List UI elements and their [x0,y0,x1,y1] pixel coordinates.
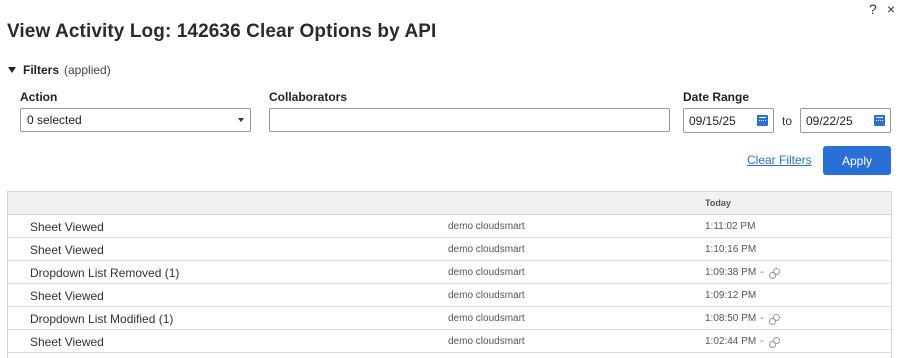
row-collaborator: demo cloudsmart [448,336,525,347]
row-action: Dropdown List Modified (1) [30,312,174,326]
filters-label: Filters [23,63,60,77]
row-time: 1:08:50 PM - [705,313,780,325]
activity-table: Today Sheet Viewed demo cloudsmart 1:11:… [7,191,892,358]
filters-toggle[interactable]: Filters (applied) [8,63,111,77]
row-time-dash: - [760,267,764,278]
clear-filters-link[interactable]: Clear Filters [747,153,812,167]
link-icon[interactable] [768,336,780,348]
row-action: Sheet Viewed [30,243,104,257]
row-time: 1:09:38 PM - [705,267,780,279]
row-time: 1:09:12 PM [705,290,756,301]
date-to-value: 09/22/25 [806,113,853,128]
row-collaborator: demo cloudsmart [448,313,525,324]
apply-button[interactable]: Apply [823,146,891,175]
row-action: Sheet Viewed [30,220,104,234]
row-time-value: 1:09:12 PM [705,290,757,301]
table-row[interactable]: Sheet Viewed demo cloudsmart 1:09:12 PM [8,284,891,307]
collaborators-input[interactable] [269,108,670,132]
row-action: Dropdown List Removed (1) [30,266,180,280]
row-time-value: 1:08:50 PM [705,313,757,324]
table-row[interactable]: Sheet Viewed demo cloudsmart 1:10:16 PM [8,238,891,261]
caret-down-icon [8,67,16,73]
table-row[interactable]: Sheet Viewed demo cloudsmart 1:02:44 PM - [8,330,891,353]
row-time-value: 1:10:16 PM [705,244,757,255]
row-collaborator: demo cloudsmart [448,244,525,255]
action-select-value: 0 selected [27,113,82,127]
calendar-icon[interactable] [874,115,885,126]
row-action: Sheet Viewed [30,335,104,349]
row-time-dash: - [760,313,764,324]
chevron-down-icon [238,118,244,122]
table-header: Today [8,192,891,215]
row-time-dash: - [760,336,764,347]
group-header-today: Today [705,198,731,208]
row-collaborator: demo cloudsmart [448,267,525,278]
action-select[interactable]: 0 selected [20,108,251,132]
link-icon[interactable] [768,267,780,279]
row-time: 1:11:02 PM [705,221,755,232]
row-time-value: 1:02:44 PM [705,336,757,347]
help-icon[interactable]: ? [869,2,877,16]
date-from-value: 09/15/25 [689,113,736,128]
window-controls: ? × [869,2,895,16]
link-icon[interactable] [768,313,780,325]
page-title: View Activity Log: 142636 Clear Options … [7,21,437,42]
row-time-value: 1:09:38 PM [705,267,757,278]
calendar-icon[interactable] [757,115,768,126]
filters-status: (applied) [64,63,111,77]
date-to-field[interactable]: 09/22/25 [800,108,891,133]
table-row[interactable]: Dropdown List Removed (1) demo cloudsmar… [8,261,891,284]
row-time: 1:10:16 PM [705,244,756,255]
date-to-separator: to [782,114,793,128]
row-action: Sheet Viewed [30,289,104,303]
date-range-label: Date Range [683,90,750,104]
row-time: 1:02:44 PM - [705,336,780,348]
action-label: Action [20,90,58,104]
table-row[interactable]: Sheet Viewed demo cloudsmart 1:11:02 PM [8,215,891,238]
row-time-value: 1:11:02 PM [705,221,756,232]
table-row[interactable]: Dropdown List Modified (1) demo cloudsma… [8,307,891,330]
close-icon[interactable]: × [887,2,895,16]
collaborators-label: Collaborators [269,90,348,104]
row-collaborator: demo cloudsmart [448,221,525,232]
date-from-field[interactable]: 09/15/25 [683,108,774,133]
row-collaborator: demo cloudsmart [448,290,525,301]
